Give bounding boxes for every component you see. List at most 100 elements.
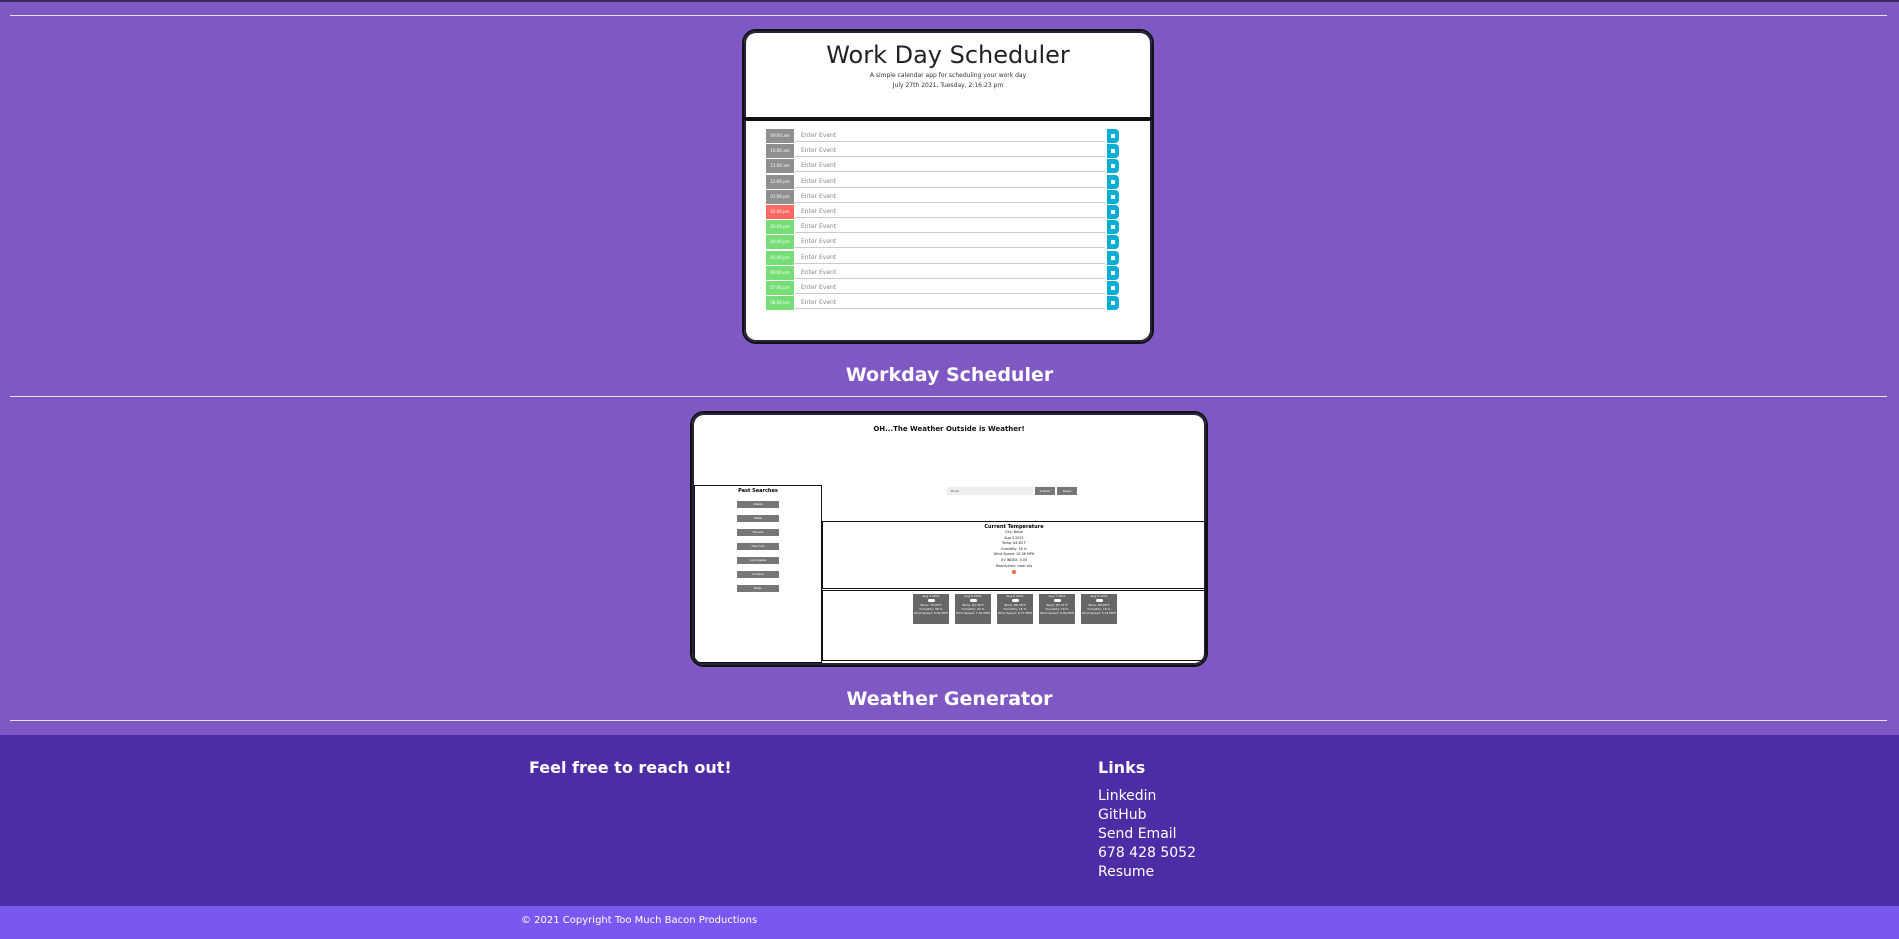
event-input[interactable]: Enter Event (795, 190, 1105, 203)
time-block-row: 06:00 pm Enter Event (766, 265, 1122, 280)
event-input[interactable]: Enter Event (795, 144, 1105, 158)
divider (10, 396, 1887, 397)
time-block-row: 08:00 pm Enter Event (766, 296, 1122, 311)
hour-label: 02:00 pm (766, 204, 794, 219)
city-button[interactable]: Portland (737, 571, 779, 578)
weather-screenshot[interactable]: OH...The Weather Outside is Weather! Pas… (690, 411, 1208, 667)
save-button[interactable] (1107, 174, 1119, 189)
copyright-text: © 2021 Copyright Too Much Bacon Producti… (521, 915, 758, 926)
forecast-date: Aug 6 2021 (1006, 594, 1024, 598)
weather-icon (1012, 570, 1016, 575)
save-button[interactable] (1107, 265, 1119, 280)
forecast-date: Aug 5 2021 (964, 594, 982, 598)
save-button[interactable] (1107, 235, 1119, 250)
event-input[interactable]: Enter Event (795, 129, 1105, 142)
time-block-row: 01:00 pm Enter Event (766, 189, 1122, 204)
time-block-row: 11:00 am Enter Event (766, 159, 1122, 174)
linkedin-link[interactable]: Linkedin (1098, 787, 1196, 806)
city-search-input[interactable]: Boise (947, 487, 1033, 495)
save-button[interactable] (1107, 250, 1119, 265)
save-button[interactable] (1107, 129, 1119, 143)
city-button[interactable]: Atlanta (737, 501, 779, 508)
past-searches-panel: Past Searches Atlanta Dallas Phoenix New Yo… (694, 485, 822, 663)
forecast-panel: Aug 4 2021 Temp: 75.99°F Humidity: 38 % Win… (822, 590, 1206, 661)
time-block-row: 03:00 pm Enter Event (766, 220, 1122, 235)
event-input[interactable]: Enter Event (795, 266, 1105, 279)
forecast-wind: Wind Speed: 6.09 MPH (913, 611, 949, 615)
forecast-card: Aug 8 2021 Temp: 88.66°F Humidity: 16 % Win… (1081, 594, 1117, 624)
time-block-row: 10:00 am Enter Event (766, 144, 1122, 159)
time-block-row: 09:00 am Enter Event (766, 129, 1122, 143)
hour-label: 03:00 pm (766, 220, 794, 235)
hour-label: 10:00 am (766, 144, 794, 159)
forecast-wind: Wind Speed: 5.14 MPH (1081, 611, 1117, 615)
hour-label: 07:00 pm (766, 280, 794, 295)
resume-link[interactable]: Resume (1098, 863, 1196, 882)
scheduler-date: July 27th 2021, Tuesday, 2:16:23 pm (892, 82, 1004, 89)
scheduler-subtitle: A simple calendar app for scheduling you… (869, 72, 1027, 79)
city-button[interactable]: New York (737, 543, 779, 550)
current-weather-panel: Current Temperature City: Boise Aug 3 202… (822, 521, 1206, 589)
divider (10, 15, 1887, 16)
time-block-row: 04:00 pm Enter Event (766, 235, 1122, 250)
save-button[interactable] (1107, 144, 1119, 159)
save-button[interactable] (1107, 296, 1119, 311)
city-button[interactable]: Boise (737, 585, 779, 592)
forecast-wind: Wind Speed: 6.77 MPH (997, 611, 1033, 615)
city-list: Atlanta Dallas Phoenix New York Los Angeles P… (695, 501, 821, 592)
footer-links: Linkedin GitHub Send Email 678 428 5052 … (1098, 787, 1196, 882)
event-input[interactable]: Enter Event (795, 281, 1105, 294)
time-block-row: 05:00 pm Enter Event (766, 250, 1122, 265)
hour-label: 01:00 pm (766, 189, 794, 204)
hour-label: 06:00 pm (766, 265, 794, 280)
scheduler-screenshot[interactable]: Work Day Scheduler A simple calendar app… (742, 29, 1154, 344)
links-heading: Links (1098, 758, 1146, 777)
event-input[interactable]: Enter Event (795, 235, 1105, 249)
event-input[interactable]: Enter Event (795, 159, 1105, 173)
hour-label: 09:00 am (766, 129, 794, 143)
save-button[interactable] (1107, 280, 1119, 295)
hour-label: 04:00 pm (766, 235, 794, 250)
scheduler-header: Work Day Scheduler A simple calendar app… (744, 31, 1152, 121)
event-input[interactable]: Enter Event (795, 220, 1105, 234)
cloud-icon (927, 599, 935, 602)
top-border (0, 0, 1899, 2)
save-button[interactable] (1107, 204, 1119, 219)
project-title-weather: Weather Generator (846, 688, 1053, 710)
send-email-link[interactable]: Send Email (1098, 825, 1196, 844)
footer: Feel free to reach out! Links Linkedin G… (0, 735, 1899, 906)
hour-label: 05:00 pm (766, 250, 794, 265)
forecast-date: Aug 4 2021 (922, 594, 940, 598)
phone-link[interactable]: 678 428 5052 (1098, 844, 1196, 863)
event-input[interactable]: Enter Event (795, 296, 1105, 310)
forecast-card: Aug 4 2021 Temp: 75.99°F Humidity: 38 % Win… (913, 594, 949, 624)
forecast-date: Aug 7 2021 (1048, 594, 1066, 598)
time-block-row: 12:00 pm Enter Event (766, 174, 1122, 189)
copyright-bar: © 2021 Copyright Too Much Bacon Producti… (0, 906, 1899, 939)
current-lines: City: Boise Aug 3 2021 Temp: 84.63 F Humidi… (823, 530, 1205, 569)
forecast-card: Aug 7 2021 Temp: 87.21°F Humidity: 18 % Win… (1039, 594, 1075, 624)
time-block-row: 07:00 pm Enter Event (766, 280, 1122, 295)
cloud-icon (969, 599, 977, 602)
reset-button[interactable]: Reset (1057, 487, 1077, 495)
city-button[interactable]: Los Angeles (737, 557, 779, 564)
city-button[interactable]: Dallas (737, 515, 779, 522)
scheduler-title: Work Day Scheduler (826, 41, 1070, 69)
past-searches-heading: Past Searches (738, 488, 778, 494)
cloud-icon (1095, 599, 1103, 602)
forecast-card: Aug 5 2021 Temp: 81.39°F Humidity: 24 % Win… (955, 594, 991, 624)
github-link[interactable]: GitHub (1098, 806, 1196, 825)
save-button[interactable] (1107, 189, 1119, 204)
event-input[interactable]: Enter Event (795, 251, 1105, 264)
reach-out-heading: Feel free to reach out! (529, 758, 732, 777)
hour-label: 12:00 pm (766, 174, 794, 189)
save-button[interactable] (1107, 220, 1119, 235)
time-block-row: 02:00 pm Enter Event (766, 204, 1122, 219)
event-input[interactable]: Enter Event (795, 205, 1105, 218)
city-button[interactable]: Phoenix (737, 529, 779, 536)
submit-button[interactable]: Submit (1035, 487, 1055, 495)
save-button[interactable] (1107, 159, 1119, 174)
event-input[interactable]: Enter Event (795, 175, 1105, 188)
cloud-icon (1053, 599, 1061, 602)
hour-label: 08:00 pm (766, 296, 794, 311)
